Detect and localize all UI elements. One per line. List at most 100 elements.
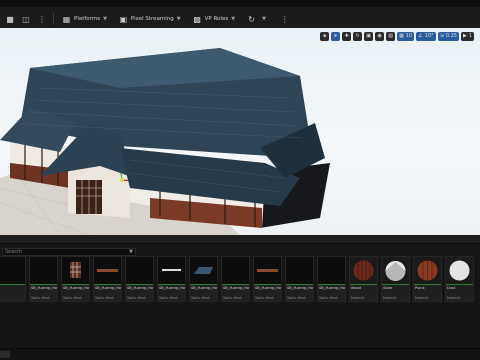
platforms-label: Platforms (74, 16, 101, 22)
more-options-icon[interactable]: ⋮ (279, 13, 291, 25)
asset-thumbnail (382, 257, 409, 284)
status-bar (0, 348, 480, 360)
asset-name: SB_Yuzeng_House_Roof (191, 286, 217, 290)
perspective-icon: ◈ (322, 33, 327, 39)
chevron-down-icon: ▼ (231, 16, 236, 22)
asset-name: SB_Yuzeng_House_Door_Main (31, 286, 57, 290)
asset-type: Static Mesh (255, 296, 275, 300)
asset-tile[interactable]: SB_Yuzeng_House_LockR Static Mesh (125, 256, 154, 302)
asset-name: SB_Yuzeng_House_Beam (95, 286, 121, 290)
viewport-control-world[interactable]: ◉ (375, 31, 385, 41)
save-icon[interactable]: ◫ (20, 13, 32, 25)
chevron-down-icon: ▼ (262, 16, 266, 22)
asset-thumbnail (286, 257, 313, 284)
search-placeholder: Search (5, 249, 23, 255)
toolbar-divider (53, 13, 54, 25)
viewport-control-camera-speed[interactable]: ▶ 1 (460, 31, 474, 41)
viewport-control-grid-snap[interactable]: ▦ 10 (397, 31, 415, 41)
asset-name: SB_Yuzeng_House_LockR (127, 286, 153, 290)
asset-tile[interactable]: Wood Material (349, 256, 378, 302)
viewport-control-angle-snap[interactable]: ∠ 10° (416, 31, 436, 41)
asset-tile[interactable]: SB_Yuzeng_House_Door_Window Static Mesh (61, 256, 90, 302)
title-strip (0, 0, 480, 7)
asset-type-bar (158, 284, 185, 285)
asset-type: Static Mesh (287, 296, 307, 300)
viewport-control-move[interactable]: ✚ (342, 31, 352, 41)
asset-thumbnail (446, 257, 473, 284)
asset-type: Static Mesh (63, 296, 83, 300)
grid-icon: ▦ (62, 14, 71, 24)
asset-tile[interactable]: SB_Yuzeng_House_Roof Static Mesh (189, 256, 218, 302)
asset-tile[interactable]: SB_Yuzeng_House_Shutter Static Mesh (221, 256, 250, 302)
drawer-button[interactable] (0, 351, 10, 358)
asset-thumbnail (222, 257, 249, 284)
asset-tile[interactable]: Plank Material (413, 256, 442, 302)
viewport-control-surface-snap[interactable]: ▧ (386, 31, 396, 41)
viewport-control-value: 10 (405, 33, 413, 39)
viewport-control-value: 10° (424, 33, 434, 39)
chevron-down-icon: ▼ (129, 249, 133, 255)
world-icon: ◉ (377, 33, 382, 39)
surface-snap-icon: ▧ (388, 33, 393, 39)
asset-tile[interactable]: SB_Yuzeng_House_Beam Static Mesh (93, 256, 122, 302)
asset-tile[interactable]: Dust Material (445, 256, 474, 302)
asset-name: SB_Yuzeng_House_wall (319, 286, 345, 290)
asset-thumbnail (350, 257, 377, 284)
rotate-icon: ↻ (355, 33, 360, 39)
asset-thumbnail (414, 257, 441, 284)
level-viewport[interactable]: ◈ ➤ ✚ ↻ ▣ ◉ ▧ ▦ 10 ∠ 10° ⇲ 0.25 ▶ 1 (0, 28, 480, 235)
asset-type-bar (350, 284, 377, 285)
asset-type-bar (190, 284, 217, 285)
asset-type: Static Mesh (223, 296, 243, 300)
viewport-control-value: 1 (468, 33, 472, 39)
asset-name (0, 286, 25, 295)
asset-thumbnail (94, 257, 121, 284)
asset-tile[interactable]: SB_Yuzeng_House_Door_Main Static Mesh (29, 256, 58, 302)
search-input[interactable]: Search ▼ (2, 248, 136, 256)
asset-type-bar (222, 284, 249, 285)
viewport-control-scale-snap[interactable]: ⇲ 0.25 (437, 31, 459, 41)
asset-type-bar (0, 284, 25, 285)
asset-type: Static Mesh (319, 296, 339, 300)
more-options-icon[interactable]: ⋮ (36, 13, 48, 25)
pixel-streaming-button[interactable]: ▣ Pixel Streaming ▼ (116, 12, 184, 26)
asset-type-bar (30, 284, 57, 285)
viewport-control-select[interactable]: ➤ (331, 31, 341, 41)
viewport-control-scale[interactable]: ▣ (364, 31, 374, 41)
asset-tile[interactable]: Slate Material (381, 256, 410, 302)
asset-tile[interactable]: SB_Yuzeng_House_Small Static Mesh (253, 256, 282, 302)
asset-name: Plank (415, 286, 425, 290)
toolbar-row: ■ ◫ ⋮ ▦ Platforms ▼ ▣ Pixel Streaming ▼ … (0, 11, 480, 27)
chevron-down-icon: ▼ (176, 16, 181, 22)
viewport-control-rotate[interactable]: ↻ (353, 31, 363, 41)
asset-name: Slate (383, 286, 393, 290)
asset-type: Static Mesh (159, 296, 179, 300)
asset-name: SB_Yuzeng_House_Door_Window (63, 286, 89, 290)
asset-type: Material (383, 296, 397, 300)
select-icon: ➤ (333, 33, 338, 39)
asset-type-bar (318, 284, 345, 285)
asset-type-bar (286, 284, 313, 285)
viewport-control-value: 0.25 (445, 33, 457, 39)
asset-type: Static Mesh (31, 296, 51, 300)
asset-type: Material (415, 296, 429, 300)
asset-tile[interactable] (0, 256, 26, 302)
asset-tile[interactable]: SB_Yuzeng_House_Wall Static Mesh (285, 256, 314, 302)
asset-thumbnail (62, 257, 89, 284)
asset-name: SB_Yuzeng_House_Small (255, 286, 281, 290)
asset-type-bar (254, 284, 281, 285)
layout-icon[interactable]: ■ (4, 13, 16, 25)
asset-type: Material (351, 296, 365, 300)
asset-thumbnail (318, 257, 345, 284)
platforms-button[interactable]: ▦ Platforms ▼ (59, 12, 110, 26)
asset-type: Material (447, 296, 461, 300)
asset-name: SB_Yuzeng_House_Wall (287, 286, 313, 290)
sync-button[interactable]: ↻ ▼ (244, 12, 269, 26)
asset-type-bar (446, 284, 473, 285)
vp-roles-button[interactable]: ▩ VP Roles ▼ (190, 12, 238, 26)
viewport-control-perspective[interactable]: ◈ (320, 31, 330, 41)
asset-type: Static Mesh (95, 296, 115, 300)
asset-tile[interactable]: SB_Yuzeng_House_wall Static Mesh (317, 256, 346, 302)
asset-tile[interactable]: SB_Yuzeng_House_Plank Static Mesh (157, 256, 186, 302)
asset-name: Dust (447, 286, 456, 290)
